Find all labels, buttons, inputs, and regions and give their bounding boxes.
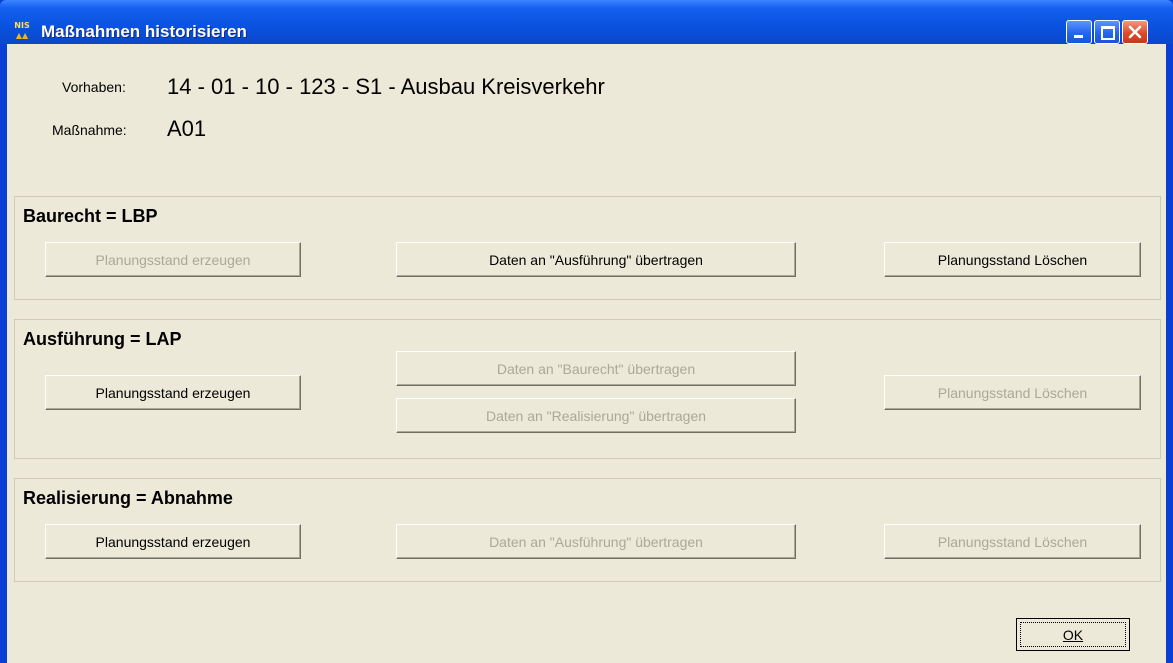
title-bar[interactable]: NIS ▲▲ Maßnahmen historisieren (0, 0, 1173, 44)
group-ausfuehrung: Ausführung = LAP Planungsstand erzeugen … (14, 319, 1161, 459)
app-icon: NIS ▲▲ (14, 21, 30, 40)
massnahme-value: A01 (167, 116, 207, 141)
dialog-window: NIS ▲▲ Maßnahmen historisieren Vorhaben:… (0, 0, 1173, 663)
group-realisierung: Realisierung = Abnahme Planungsstand erz… (14, 478, 1161, 582)
minimize-button[interactable] (1066, 20, 1092, 44)
group-title-realisierung: Realisierung = Abnahme (23, 488, 233, 508)
baurecht-transfer-ausfuehrung-button[interactable]: Daten an "Ausführung" übertragen (396, 242, 796, 277)
ausfuehrung-create-button[interactable]: Planungsstand erzeugen (45, 375, 301, 410)
ausfuehrung-transfer-realisierung-button[interactable]: Daten an "Realisierung" übertragen (396, 398, 796, 433)
ausfuehrung-delete-button[interactable]: Planungsstand Löschen (884, 375, 1141, 410)
realisierung-transfer-ausfuehrung-button[interactable]: Daten an "Ausführung" übertragen (396, 524, 796, 559)
group-baurecht: Baurecht = LBP Planungsstand erzeugen Da… (14, 196, 1161, 300)
vorhaben-label: Vorhaben: (62, 79, 126, 95)
close-icon (1128, 25, 1142, 39)
group-title-ausfuehrung: Ausführung = LAP (23, 329, 182, 349)
ausfuehrung-transfer-baurecht-button[interactable]: Daten an "Baurecht" übertragen (396, 351, 796, 386)
focus-rectangle (1020, 622, 1126, 647)
baurecht-delete-button[interactable]: Planungsstand Löschen (884, 242, 1141, 277)
realisierung-create-button[interactable]: Planungsstand erzeugen (45, 524, 301, 559)
massnahme-label: Maßnahme: (52, 122, 127, 138)
dialog-client-area: Vorhaben: 14 - 01 - 10 - 123 - S1 - Ausb… (7, 44, 1166, 663)
group-title-baurecht: Baurecht = LBP (23, 206, 158, 226)
window-title: Maßnahmen historisieren (41, 22, 247, 41)
close-button[interactable] (1122, 20, 1148, 44)
baurecht-create-button[interactable]: Planungsstand erzeugen (45, 242, 301, 277)
maximize-button[interactable] (1094, 20, 1120, 44)
ok-button[interactable]: OK (1016, 618, 1130, 651)
vorhaben-value: 14 - 01 - 10 - 123 - S1 - Ausbau Kreisve… (167, 74, 605, 99)
realisierung-delete-button[interactable]: Planungsstand Löschen (884, 524, 1141, 559)
